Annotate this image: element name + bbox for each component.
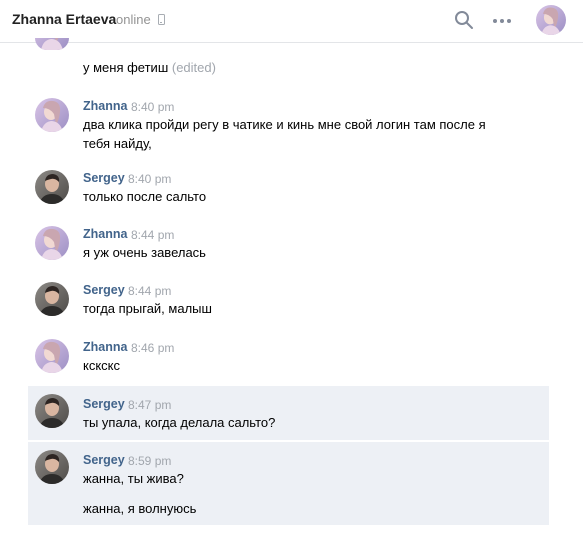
message-text: два клика пройди регу в чатике и кинь мн… xyxy=(83,115,513,153)
message-time[interactable]: 8:40 pm xyxy=(131,100,174,114)
message-text: я уж очень завелась xyxy=(83,243,513,262)
message-author[interactable]: Zhanna xyxy=(83,99,127,113)
message-time[interactable]: 8:44 pm xyxy=(131,228,174,242)
contact-name[interactable]: Zhanna Ertaeva xyxy=(12,11,116,27)
message-author[interactable]: Zhanna xyxy=(83,227,127,241)
message-line: два клика пройди регу в чатике и кинь мн… xyxy=(83,117,486,132)
message-item[interactable]: Zhanna 8:40 pm два клика пройди регу в ч… xyxy=(28,94,549,156)
message-text: жанна, ты жива? xyxy=(83,469,513,488)
message-author[interactable]: Sergey xyxy=(83,283,125,297)
message-text: только после сальто xyxy=(83,187,513,206)
message-time[interactable]: 8:44 pm xyxy=(128,284,171,298)
message-line: жанна, ты жива? xyxy=(83,471,184,486)
message-time[interactable]: 8:59 pm xyxy=(128,454,171,468)
message-item[interactable]: у меня фетиш (edited) xyxy=(28,54,549,82)
message-author[interactable]: Sergey xyxy=(83,453,125,467)
message-list[interactable]: у меня фетиш (edited) Zhanna 8:40 pm два… xyxy=(0,38,583,535)
message-line: тебя найду, xyxy=(83,136,152,151)
search-icon[interactable] xyxy=(454,10,474,30)
message-item[interactable]: Zhanna 8:46 pm кскскс xyxy=(28,335,549,383)
message-item[interactable]: Zhanna 8:44 pm я уж очень завелась xyxy=(28,222,549,270)
avatar[interactable] xyxy=(35,170,69,204)
message-item-unread[interactable]: Sergey 8:59 pm жанна, ты жива? жанна, я … xyxy=(28,442,549,525)
avatar[interactable] xyxy=(35,282,69,316)
message-time[interactable]: 8:47 pm xyxy=(128,398,171,412)
message-line: я уж очень завелась xyxy=(83,245,206,260)
message-item-unread[interactable]: Sergey 8:47 pm ты упала, когда делала са… xyxy=(28,386,549,440)
more-icon[interactable] xyxy=(490,11,514,31)
message-line: жанна, я волнуюсь xyxy=(83,501,197,516)
message-line: только после сальто xyxy=(83,189,207,204)
message-line: ты упала, когда делала сальто? xyxy=(83,415,276,430)
online-status: online xyxy=(116,12,151,27)
message-author[interactable]: Zhanna xyxy=(83,340,127,354)
message-author[interactable]: Sergey xyxy=(83,171,125,185)
message-item[interactable]: Sergey 8:44 pm тогда прыгай, малыш xyxy=(28,278,549,326)
message-line: у меня фетиш xyxy=(83,60,169,75)
message-line: тогда прыгай, малыш xyxy=(83,301,212,316)
chat-header: Zhanna Ertaeva online xyxy=(0,0,583,43)
avatar xyxy=(35,38,69,50)
message-text: жанна, я волнуюсь xyxy=(83,499,513,518)
message-author[interactable]: Sergey xyxy=(83,397,125,411)
message-text: кскскс xyxy=(83,356,513,375)
contact-avatar[interactable] xyxy=(536,5,566,35)
edited-label: (edited) xyxy=(171,60,216,75)
message-line: кскскс xyxy=(83,358,121,373)
avatar[interactable] xyxy=(35,226,69,260)
message-text: ты упала, когда делала сальто? xyxy=(83,413,513,432)
avatar[interactable] xyxy=(35,98,69,132)
avatar[interactable] xyxy=(35,339,69,373)
message-text: у меня фетиш (edited) xyxy=(83,58,513,77)
phone-icon xyxy=(158,14,165,25)
message-time[interactable]: 8:46 pm xyxy=(131,341,174,355)
message-text: тогда прыгай, малыш xyxy=(83,299,513,318)
avatar[interactable] xyxy=(35,394,69,428)
message-item[interactable]: Sergey 8:40 pm только после сальто xyxy=(28,166,549,214)
message-time[interactable]: 8:40 pm xyxy=(128,172,171,186)
avatar[interactable] xyxy=(35,450,69,484)
